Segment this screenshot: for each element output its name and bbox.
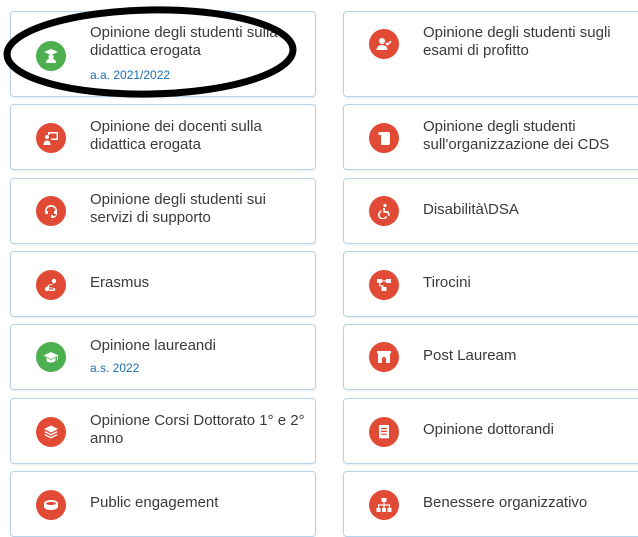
card-title: Public engagement — [90, 494, 219, 511]
card-title: Opinione degli studenti sull'organizzazi… — [423, 118, 610, 153]
receipt-icon — [369, 417, 399, 447]
card-opinione-organizzazione-cds[interactable]: Opinione degli studenti sull'organizzazi… — [343, 104, 638, 170]
headset-icon — [36, 196, 66, 226]
card-post-lauream[interactable]: Post Lauream — [343, 324, 638, 390]
route-icon — [36, 270, 66, 300]
card-title: Benessere organizzativo — [423, 494, 588, 511]
card-opinione-laureandi[interactable]: Opinione laureandi a.s. 2022 — [10, 324, 316, 390]
card-title: Opinione degli studenti sugli esami di p… — [423, 24, 611, 59]
card-opinione-docenti[interactable]: Opinione dei docenti sulla didattica ero… — [10, 104, 316, 170]
card-public-engagement[interactable]: Public engagement — [10, 471, 316, 537]
card-subtitle: a.a. 2021/2022 — [90, 68, 171, 82]
layers-icon — [36, 417, 66, 447]
sitemap-icon — [369, 490, 399, 520]
survey-grid: Opinione degli studenti sulla didattica … — [0, 0, 638, 537]
card-title: Erasmus — [90, 274, 150, 291]
scroll-icon — [369, 123, 399, 153]
card-title: Post Lauream — [423, 347, 517, 364]
graduation-cap-icon — [36, 342, 66, 372]
card-opinione-esami-profitto[interactable]: Opinione degli studenti sugli esami di p… — [343, 11, 638, 97]
card-title: Opinione laureandi — [90, 337, 216, 354]
card-corsi-dottorato[interactable]: Opinione Corsi Dottorato 1° e 2° anno — [10, 398, 316, 464]
card-servizi-supporto[interactable]: Opinione degli studenti sui servizi di s… — [10, 178, 316, 244]
card-tirocini[interactable]: Tirocini — [343, 251, 638, 317]
card-title: Opinione degli studenti sui servizi di s… — [90, 191, 266, 226]
card-benessere-organizzativo[interactable]: Benessere organizzativo — [343, 471, 638, 537]
card-subtitle: a.s. 2022 — [90, 361, 140, 375]
card-erasmus[interactable]: Erasmus — [10, 251, 316, 317]
card-disabilita-dsa[interactable]: Disabilità\DSA — [343, 178, 638, 244]
card-title: Opinione dottorandi — [423, 421, 554, 438]
card-title: Tirocini — [423, 274, 471, 291]
user-check-icon — [369, 29, 399, 59]
card-title: Opinione degli studenti sulla didattica … — [90, 24, 278, 59]
card-opinione-studenti-didattica[interactable]: Opinione degli studenti sulla didattica … — [10, 11, 316, 97]
graduate-student-icon — [36, 41, 66, 71]
card-title: Disabilità\DSA — [423, 201, 519, 218]
card-title: Opinione dei docenti sulla didattica ero… — [90, 118, 262, 153]
card-opinione-dottorandi[interactable]: Opinione dottorandi — [343, 398, 638, 464]
network-icon — [369, 270, 399, 300]
card-title: Opinione Corsi Dottorato 1° e 2° anno — [90, 412, 305, 447]
teacher-board-icon — [36, 123, 66, 153]
wheelchair-icon — [369, 196, 399, 226]
ring-icon — [36, 490, 66, 520]
archway-icon — [369, 342, 399, 372]
